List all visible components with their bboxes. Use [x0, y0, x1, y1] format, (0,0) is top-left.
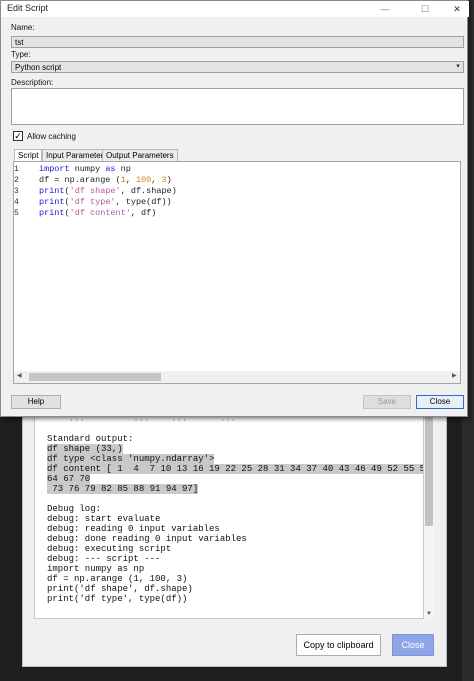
title-bar: [1, 1, 469, 17]
debug-line: debug: start evaluate: [47, 514, 161, 524]
output-line: df shape (33,): [47, 444, 123, 454]
line-number-gutter: 1 2 3 4 5: [14, 164, 26, 219]
name-input[interactable]: tst: [11, 36, 464, 48]
line-number: 5: [14, 209, 19, 218]
output-text-area[interactable]: ... ... ... ... Standard output: df shape …: [34, 411, 424, 619]
code-line: print('df content', df): [39, 208, 157, 218]
output-line: Standard output:: [47, 434, 134, 444]
horizontal-scroll-thumb[interactable]: [29, 373, 161, 381]
edit-script-dialog: Edit Script — ☐ ✕ Name: tst Type: Python…: [0, 0, 469, 417]
debug-line: import numpy as np: [47, 564, 145, 574]
debug-line: debug: reading 0 input variables: [47, 524, 220, 534]
debug-line: Debug log:: [47, 504, 102, 514]
scroll-right-arrow-icon[interactable]: ▶: [452, 372, 457, 379]
debug-line: debug: executing script: [47, 544, 172, 554]
output-close-button[interactable]: Close: [392, 634, 434, 656]
copy-to-clipboard-button[interactable]: Copy to clipboard: [296, 634, 381, 656]
dialog-title: Edit Script: [7, 3, 49, 13]
scroll-left-arrow-icon[interactable]: ◀: [17, 372, 22, 379]
debug-line: debug: --- script ---: [47, 554, 161, 564]
line-number: 2: [14, 176, 19, 185]
debug-line: debug: done reading 0 input variables: [47, 534, 247, 544]
tab-script[interactable]: Script: [14, 149, 43, 161]
checkmark-icon: ✓: [14, 131, 22, 141]
minimize-icon[interactable]: —: [375, 1, 395, 17]
chevron-down-icon[interactable]: ▾: [453, 61, 463, 73]
output-line: df content [ 1 4 7 10 13 16 19 22 25 28 …: [47, 464, 423, 474]
line-number: 3: [14, 187, 19, 196]
code-text[interactable]: import numpy as np df = np.arange (1, 100…: [39, 164, 177, 219]
type-select[interactable]: Python script: [11, 61, 464, 73]
debug-line: df = np.arange (1, 100, 3): [47, 574, 188, 584]
code-line: import numpy as np: [39, 164, 131, 174]
code-line: print('df shape', df.shape): [39, 186, 177, 196]
type-label: Type:: [11, 50, 31, 59]
line-number: 1: [14, 165, 19, 174]
help-button[interactable]: Help: [11, 395, 61, 409]
output-line: df type <class 'numpy.ndarray'>: [47, 454, 215, 464]
allow-caching-checkbox[interactable]: ✓: [13, 131, 23, 141]
name-label: Name:: [11, 23, 35, 32]
debug-line: print('df shape', df.shape): [47, 584, 193, 594]
code-line: print('df type', type(df)): [39, 197, 172, 207]
code-line: df = np.arange (1, 100, 3): [39, 175, 172, 185]
maximize-icon[interactable]: ☐: [415, 1, 435, 17]
tab-output-parameters[interactable]: Output Parameters: [102, 149, 178, 161]
allow-caching-label: Allow caching: [27, 132, 76, 141]
output-scroll-thumb[interactable]: [425, 416, 433, 526]
description-input[interactable]: [11, 88, 464, 125]
close-icon[interactable]: ✕: [447, 1, 467, 17]
description-label: Description:: [11, 78, 54, 87]
scroll-down-arrow-icon[interactable]: ▼: [426, 611, 432, 617]
line-number: 4: [14, 198, 19, 207]
debug-line: print('df type', type(df)): [47, 594, 188, 604]
output-line: 73 76 79 82 85 88 91 94 97]: [47, 484, 199, 494]
tab-input-parameters[interactable]: Input Parameters: [42, 149, 112, 161]
save-button[interactable]: Save: [363, 395, 411, 409]
output-line: 64 67 70: [47, 474, 91, 484]
close-button[interactable]: Close: [416, 395, 464, 409]
